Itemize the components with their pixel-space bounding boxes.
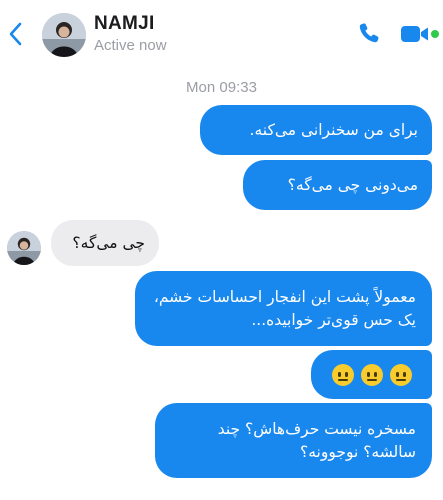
contact-name[interactable]: NAMJI bbox=[94, 13, 155, 35]
message-timestamp: Mon 09:33 bbox=[186, 79, 257, 96]
contact-avatar[interactable] bbox=[42, 13, 86, 57]
online-indicator bbox=[431, 30, 439, 38]
message-bubble-outgoing[interactable]: می‌دونی چی می‌گه؟ bbox=[243, 160, 432, 210]
chevron-left-icon[interactable] bbox=[6, 20, 26, 48]
message-bubble-outgoing[interactable]: معمولاً پشت این انفجار احساسات خشم، یک ح… bbox=[135, 271, 432, 346]
message-bubble-outgoing[interactable]: مسخره نیست حرف‌هاش؟ چند سالشه؟ نوجوونه؟ bbox=[155, 403, 432, 478]
sender-avatar bbox=[7, 231, 41, 265]
phone-icon[interactable] bbox=[357, 21, 381, 45]
chat-header: NAMJI Active now bbox=[0, 0, 443, 64]
neutral-face-emoji-icon bbox=[389, 363, 412, 386]
message-bubble-outgoing[interactable]: برای من سخنرانی می‌کنه. bbox=[200, 105, 432, 155]
active-status: Active now bbox=[94, 37, 167, 54]
message-bubble-incoming[interactable]: چی می‌گه؟ bbox=[51, 220, 159, 266]
neutral-face-emoji-icon bbox=[331, 363, 354, 386]
neutral-face-emoji-icon bbox=[360, 363, 383, 386]
video-camera-icon[interactable] bbox=[400, 23, 430, 45]
message-bubble-emoji[interactable] bbox=[311, 350, 432, 399]
